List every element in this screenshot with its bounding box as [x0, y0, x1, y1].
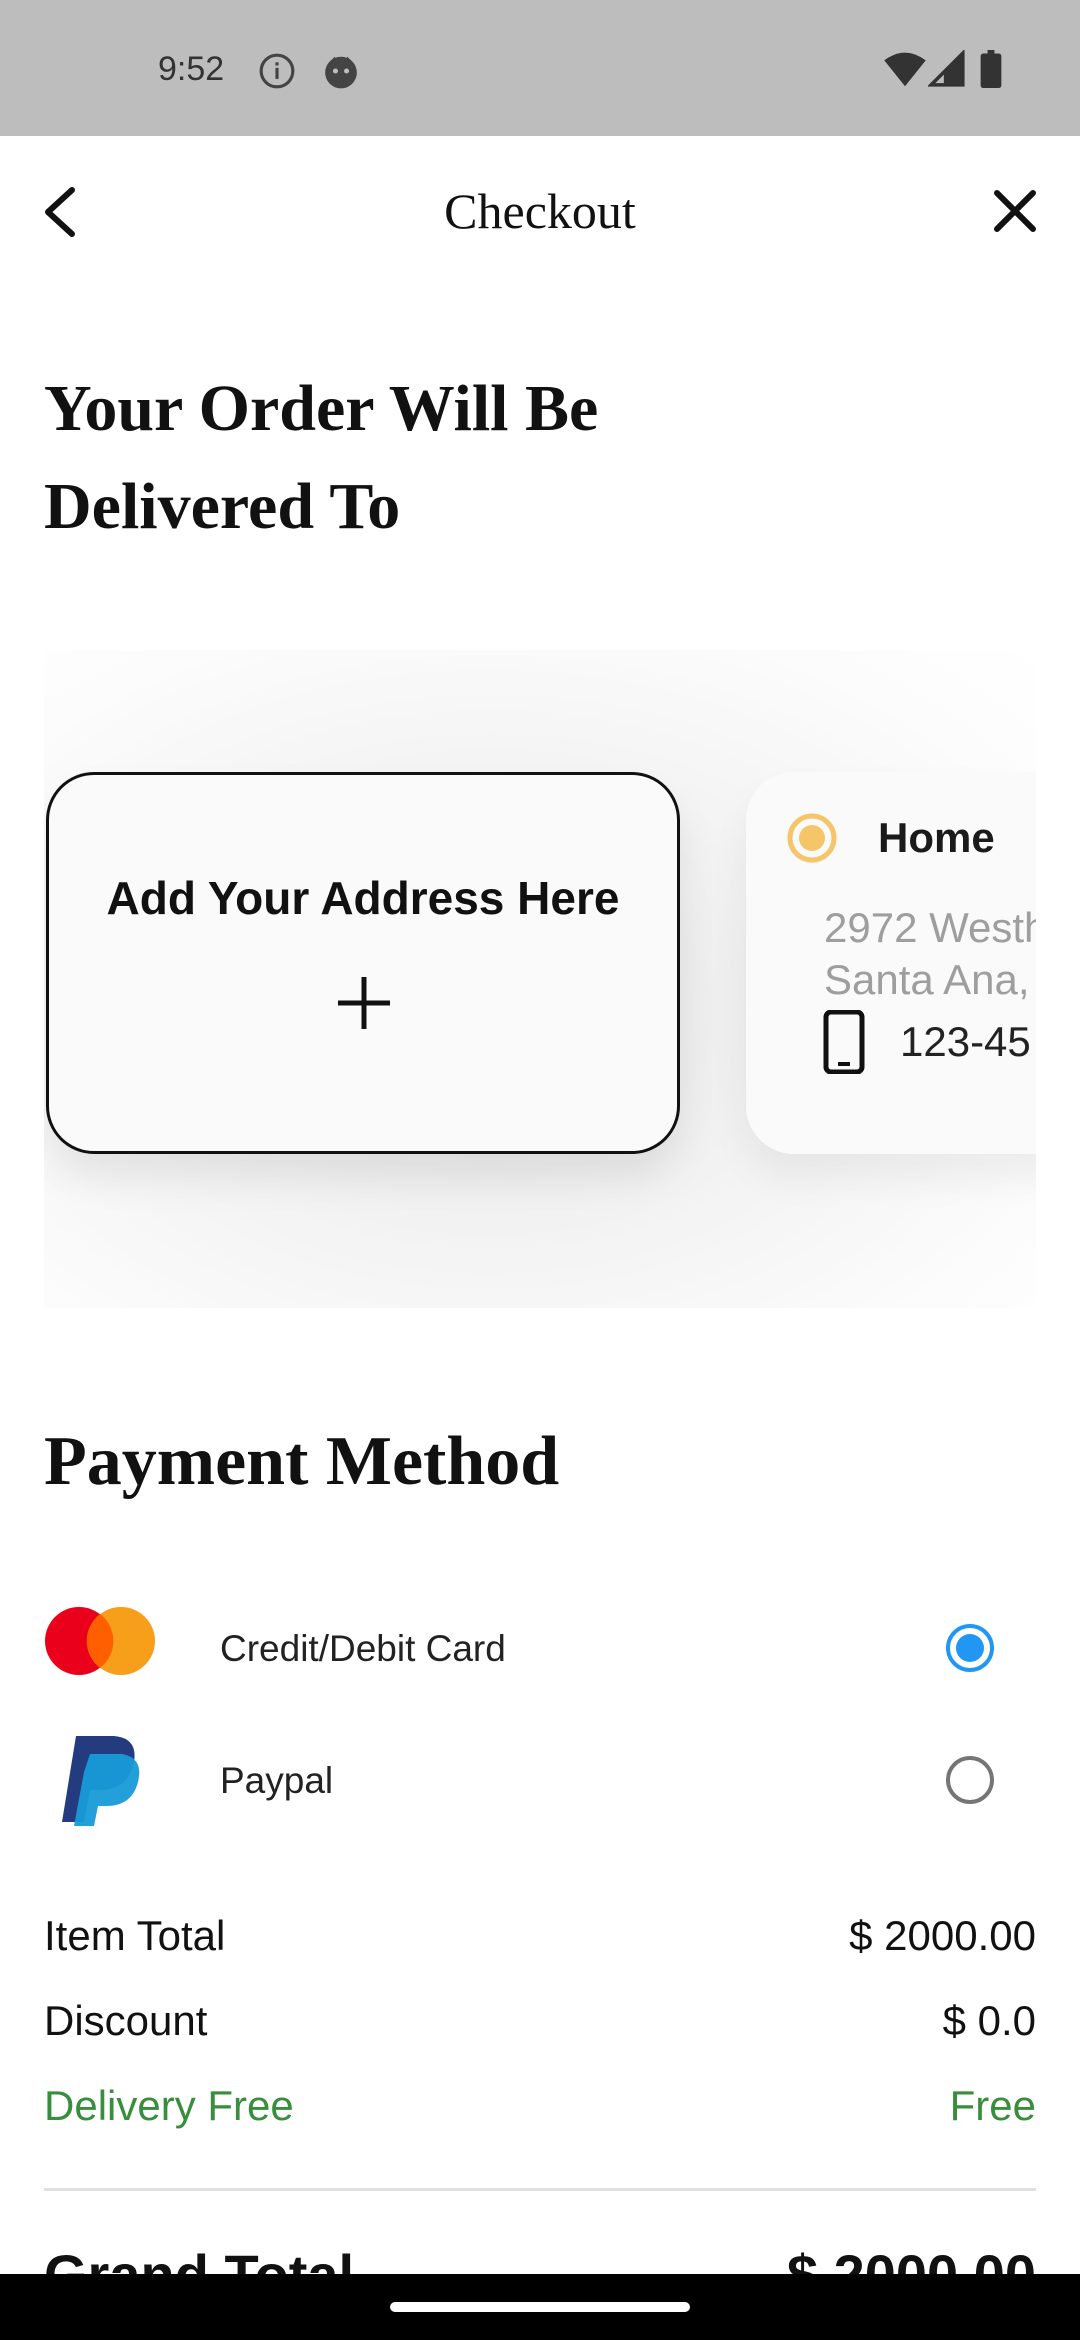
wifi-icon [884, 50, 926, 93]
delivery-label: Delivery Free [44, 2082, 294, 2129]
add-address-label: Add Your Address Here [106, 872, 620, 924]
radio-unselected[interactable] [944, 1754, 996, 1806]
address-carousel[interactable]: Add Your Address Here Home 2972 Westh Sa… [44, 650, 1036, 1308]
payment-option-label: Paypal [220, 1760, 334, 1801]
payment-option-label: Credit/Debit Card [220, 1628, 506, 1669]
address-text: 2972 Westh Santa Ana, [824, 902, 1036, 1006]
mastercard-icon [44, 1606, 156, 1681]
delivery-value: Free [949, 2082, 1036, 2129]
discount-value: $ 0.0 [942, 1997, 1036, 2044]
plus-icon [336, 975, 392, 1031]
home-gesture-handle[interactable] [390, 2302, 690, 2312]
address-label: Home [878, 814, 995, 861]
page-title: Checkout [444, 183, 636, 239]
address-line1: 2972 Westh [824, 904, 1036, 951]
navigation-bar [0, 2274, 1080, 2340]
status-time: 9:52 [158, 50, 225, 88]
address-card-home[interactable]: Home 2972 Westh Santa Ana, 123-45 [746, 772, 1036, 1154]
info-icon [258, 52, 296, 95]
paypal-icon [56, 1732, 146, 1833]
battery-icon [980, 50, 1002, 93]
assistant-icon [322, 52, 360, 95]
cellular-signal-icon [926, 48, 966, 93]
close-icon [980, 190, 1050, 250]
item-total-value: $ 2000.00 [849, 1912, 1036, 1959]
delivery-heading: Your Order Will Be Delivered To [44, 360, 744, 556]
radio-selected[interactable] [944, 1622, 996, 1674]
discount-label: Discount [44, 1997, 208, 2044]
top-app-bar: Checkout [0, 136, 1080, 286]
delivery-heading-line1: Your Order Will Be [44, 372, 599, 445]
phone-number: 123-45 [900, 1018, 1031, 1065]
address-line2: Santa Ana, [824, 956, 1030, 1003]
status-bar: 9:52 [0, 0, 1080, 136]
phone-icon [820, 1009, 868, 1075]
add-address-card[interactable]: Add Your Address Here [46, 772, 680, 1154]
divider [44, 2188, 1036, 2191]
delivery-heading-line2: Delivered To [44, 470, 401, 543]
close-button[interactable] [980, 176, 1050, 246]
item-total-label: Item Total [44, 1912, 226, 1959]
payment-option-card[interactable]: Credit/Debit Card [0, 1592, 1080, 1702]
payment-option-paypal[interactable]: Paypal [0, 1724, 1080, 1834]
payment-heading: Payment Method [44, 1423, 560, 1500]
address-radio-selected[interactable] [786, 812, 838, 864]
